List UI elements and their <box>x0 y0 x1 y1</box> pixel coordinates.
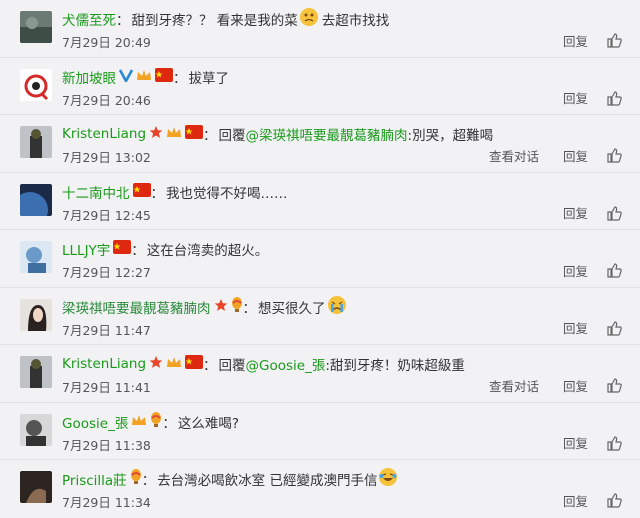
star-icon <box>149 355 163 373</box>
comment-time: 7月29日 20:46 <box>62 92 151 108</box>
comment-author[interactable]: KristenLiang <box>62 126 146 142</box>
balloon-icon <box>231 296 243 317</box>
colon: ： <box>141 473 156 489</box>
colon: ： <box>242 300 257 317</box>
comment-author[interactable]: Priscilla莊 <box>62 469 127 489</box>
view-chat-button[interactable]: 查看对话 <box>489 376 539 395</box>
balloon-icon <box>130 469 142 489</box>
comment-text: 甜到牙疼？？ 看来是我的菜 <box>131 13 298 29</box>
comment-time: 7月29日 12:45 <box>62 207 151 223</box>
comment-author[interactable]: 梁瑛祺唔要最靚葛豬腩肉 <box>62 297 211 317</box>
comment-time: 7月29日 20:49 <box>62 35 151 50</box>
comment-row: LLLJY宇 ： 这在台湾卖的超火。 7月29日 12:27 回复 <box>0 230 640 288</box>
comment-text: 这么难喝? <box>177 415 239 432</box>
thumbs-up-icon[interactable] <box>606 90 622 106</box>
comment-author[interactable]: Goosie_張 <box>62 412 128 432</box>
comment-text: 想买很久了 <box>258 300 326 317</box>
comment-time: 7月29日 11:34 <box>62 495 151 510</box>
thumbs-up-icon[interactable] <box>606 262 622 278</box>
colon: ： <box>116 13 130 29</box>
laughing-tears-emoji-icon <box>378 467 398 491</box>
thumbs-up-icon[interactable] <box>606 147 622 163</box>
reply-button[interactable]: 回复 <box>563 491 588 510</box>
comment-row: 梁瑛祺唔要最靚葛豬腩肉 ： 想买很久了 7月29日 11:47 回复 <box>0 288 640 345</box>
vip-crown-icon <box>166 125 182 143</box>
reply-prefix: 回覆 <box>218 128 246 144</box>
reply-button[interactable]: 回复 <box>563 203 588 222</box>
comment-time: 7月29日 11:47 <box>62 322 151 338</box>
avatar[interactable] <box>20 11 52 43</box>
vip-crown-icon <box>136 68 152 86</box>
comment-text-tail: 去超市找找 <box>321 13 390 29</box>
comment-author[interactable]: 犬儒至死 <box>62 9 116 29</box>
reply-button[interactable]: 回复 <box>563 318 588 337</box>
comment-text: 我也觉得不好喝…… <box>166 185 288 202</box>
avatar[interactable] <box>20 298 52 331</box>
balloon-icon <box>150 411 162 432</box>
avatar[interactable] <box>20 471 52 503</box>
comment-author[interactable]: KristenLiang <box>62 356 146 372</box>
china-flag-icon <box>185 125 204 143</box>
colon: ： <box>150 185 165 202</box>
thumbs-up-icon[interactable] <box>606 435 622 451</box>
comment-text: :別哭，超難喝 <box>407 128 494 144</box>
vip-crown-icon <box>166 355 182 373</box>
reply-button[interactable]: 回复 <box>563 88 588 107</box>
colon: ： <box>131 243 145 259</box>
comment-time: 7月29日 12:27 <box>62 265 151 280</box>
comment-author[interactable]: LLLJY宇 <box>62 239 110 259</box>
emoji-icon <box>299 7 319 31</box>
comment-row: KristenLiang ： 回覆 @梁瑛祺唔要最靚葛豬腩肉 :別哭，超難喝 7… <box>0 115 640 173</box>
thumbs-up-icon[interactable] <box>606 492 622 508</box>
mention-link[interactable]: @Goosie_張 <box>246 354 326 374</box>
comment-row: Goosie_張 ： 这么难喝? 7月29日 11:38 回复 <box>0 403 640 460</box>
reply-prefix: 回覆 <box>218 358 246 374</box>
china-flag-icon <box>132 182 151 201</box>
comment-row: 十二南中北 ： 我也觉得不好喝…… 7月29日 12:45 回复 <box>0 173 640 230</box>
reply-button[interactable]: 回复 <box>563 31 588 50</box>
colon: ： <box>203 128 217 144</box>
comment-row: 犬儒至死 ： 甜到牙疼？？ 看来是我的菜 去超市找找 7月29日 20:49 回… <box>0 0 640 58</box>
avatar[interactable] <box>20 413 52 446</box>
thumbs-up-icon[interactable] <box>606 377 622 393</box>
comment-text: :甜到牙疼！奶味超級重 <box>325 358 465 374</box>
comment-row: Priscilla莊 ： 去台灣必喝飲冰室 已經變成澳門手信 7月29日 11:… <box>0 460 640 518</box>
colon: ： <box>173 70 187 87</box>
thumbs-up-icon[interactable] <box>606 32 622 48</box>
comment-author[interactable]: 新加坡眼 <box>62 67 116 87</box>
verified-v-icon <box>118 68 134 86</box>
comment-list: 犬儒至死 ： 甜到牙疼？？ 看来是我的菜 去超市找找 7月29日 20:49 回… <box>0 0 640 517</box>
comment-time: 7月29日 11:38 <box>62 437 151 453</box>
reply-button[interactable]: 回复 <box>563 433 588 452</box>
view-chat-button[interactable]: 查看对话 <box>489 146 539 165</box>
reply-button[interactable]: 回复 <box>563 376 588 395</box>
colon: ： <box>162 415 176 432</box>
comment-text: 去台灣必喝飲冰室 已經變成澳門手信 <box>157 473 378 489</box>
comment-text: 拔草了 <box>188 70 230 87</box>
avatar[interactable] <box>20 126 52 158</box>
comment-time: 7月29日 11:41 <box>62 380 151 395</box>
vip-crown-icon <box>131 413 147 431</box>
comment-text: 这在台湾卖的超火。 <box>146 243 269 259</box>
avatar[interactable] <box>20 68 52 101</box>
crying-emoji-icon <box>327 295 347 319</box>
avatar[interactable] <box>20 241 52 273</box>
reply-button[interactable]: 回复 <box>563 146 588 165</box>
china-flag-icon <box>185 355 204 373</box>
avatar[interactable] <box>20 183 52 216</box>
comment-time: 7月29日 13:02 <box>62 150 151 165</box>
comment-row: 新加坡眼 ： 拔草了 7月29日 20:46 回复 <box>0 58 640 115</box>
comment-author[interactable]: 十二南中北 <box>62 182 130 202</box>
china-flag-icon <box>113 240 132 258</box>
star-icon <box>149 125 163 143</box>
mention-link[interactable]: @梁瑛祺唔要最靚葛豬腩肉 <box>246 124 408 144</box>
china-flag-icon <box>155 67 173 86</box>
avatar[interactable] <box>20 356 52 388</box>
star-icon <box>214 298 228 316</box>
comment-row: KristenLiang ： 回覆 @Goosie_張 :甜到牙疼！奶味超級重 … <box>0 345 640 403</box>
thumbs-up-icon[interactable] <box>606 205 622 221</box>
colon: ： <box>203 358 217 374</box>
thumbs-up-icon[interactable] <box>606 320 622 336</box>
reply-button[interactable]: 回复 <box>563 261 588 280</box>
